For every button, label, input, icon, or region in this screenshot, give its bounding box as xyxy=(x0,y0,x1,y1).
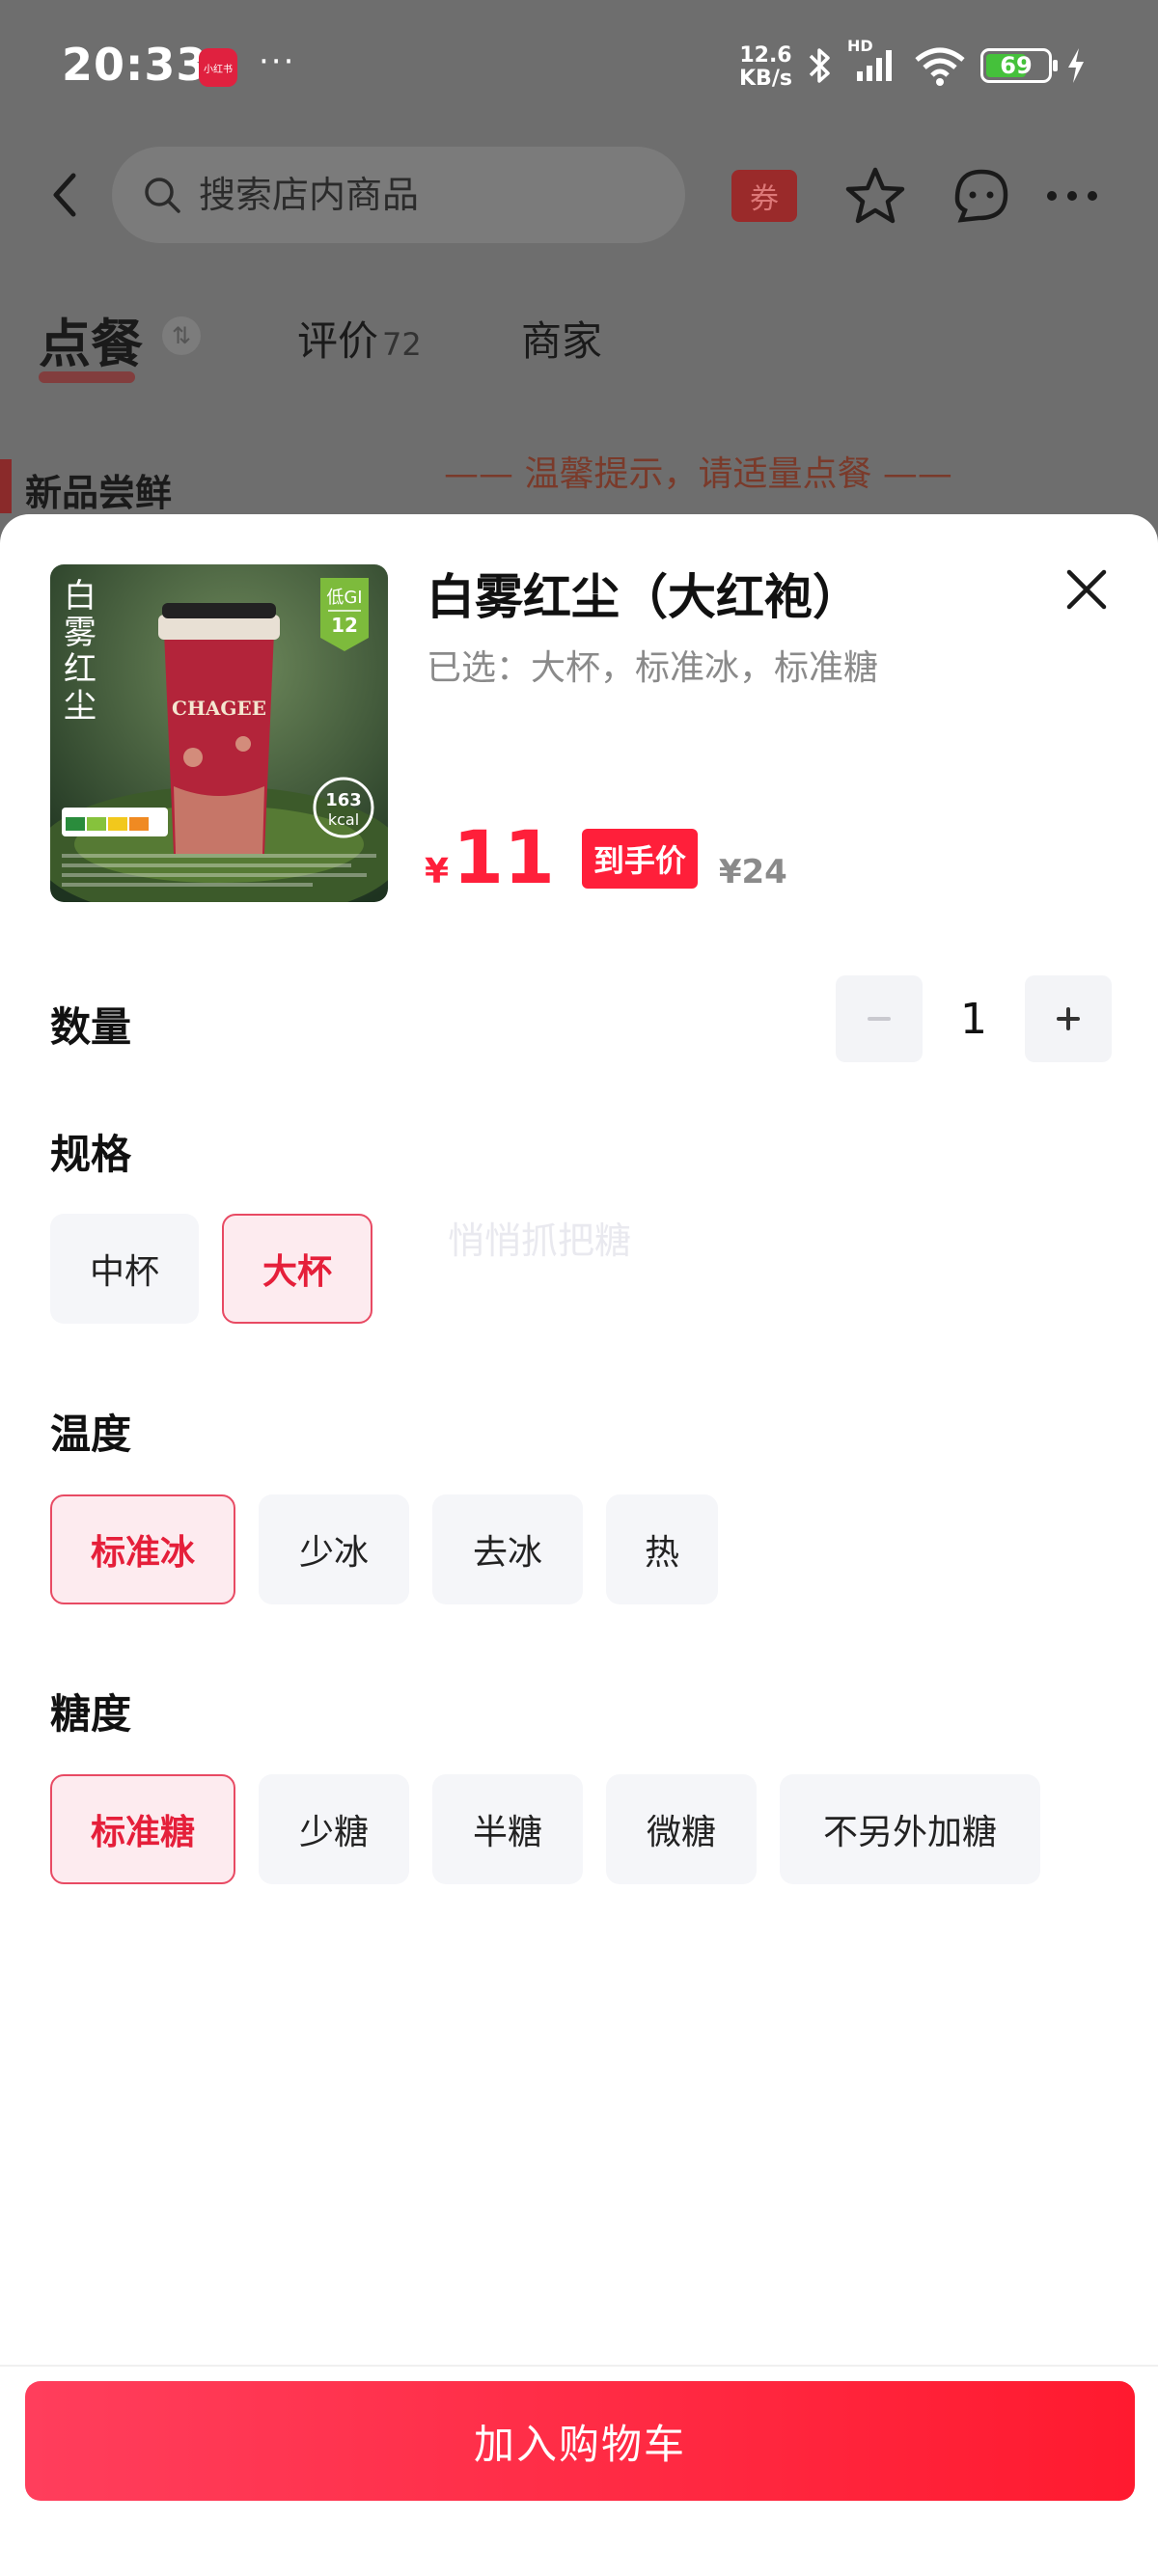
battery-level: 69 xyxy=(1000,52,1033,79)
currency-symbol: ¥ xyxy=(425,852,450,891)
temperature-label: 温度 xyxy=(50,1411,132,1458)
clock: 20:33 xyxy=(62,39,208,91)
tab-order-label: 点餐 xyxy=(39,314,143,374)
temperature-option-no-ice[interactable]: 去冰 xyxy=(432,1494,583,1604)
sugar-option-no-added[interactable]: 不另外加糖 xyxy=(780,1774,1040,1884)
review-count: 72 xyxy=(382,326,422,363)
star-favorite-icon[interactable] xyxy=(841,162,909,230)
store-tabs: 点餐 ⇅ 评价 72 商家 xyxy=(0,309,1158,386)
charging-icon xyxy=(1068,48,1084,83)
original-price: ¥24 xyxy=(718,853,787,891)
coupon-icon[interactable]: 券 xyxy=(731,170,797,222)
signal-icon: HD xyxy=(847,37,899,89)
quantity-plus-button[interactable] xyxy=(1025,975,1112,1062)
sort-toggle-icon[interactable]: ⇅ xyxy=(162,316,201,355)
spec-option-medium[interactable]: 中杯 xyxy=(50,1214,199,1324)
back-arrow-icon[interactable] xyxy=(39,166,96,224)
category-title: 新品尝鲜 xyxy=(25,472,173,514)
close-icon[interactable] xyxy=(1058,561,1116,618)
store-search-bar[interactable] xyxy=(112,147,685,243)
status-bar: 20:33 小红书 ··· 12.6 KB/s HD 69 xyxy=(0,0,1158,135)
store-top-nav: 券 xyxy=(0,143,1158,249)
temperature-option-less-ice[interactable]: 少冰 xyxy=(259,1494,409,1604)
spec-option-large[interactable]: 大杯 xyxy=(222,1214,372,1324)
product-image: CHAGEE 白雾红尘 低GI 12 163 kcal xyxy=(50,564,388,902)
plus-icon xyxy=(1057,1007,1080,1030)
tab-reviews[interactable]: 评价 72 xyxy=(297,309,422,368)
search-input[interactable] xyxy=(197,173,645,217)
final-price: 11 xyxy=(453,814,555,900)
price-row: ¥ 11 到手价 ¥24 xyxy=(425,821,787,900)
selected-options-summary: 已选：大杯，标准冰，标准糖 xyxy=(427,648,879,688)
gi-value: 12 xyxy=(331,614,358,637)
app-badge-icon: 小红书 xyxy=(199,48,237,87)
net-speed: 12.6 KB/s xyxy=(739,44,792,91)
sugar-option-half[interactable]: 半糖 xyxy=(432,1774,583,1884)
temperature-option-hot[interactable]: 热 xyxy=(606,1494,718,1604)
kcal-unit: kcal xyxy=(328,810,359,829)
more-notifications: ··· xyxy=(259,42,296,81)
add-to-cart-button[interactable]: 加入购物车 xyxy=(25,2381,1135,2501)
search-icon xyxy=(145,178,180,213)
wifi-icon xyxy=(915,47,965,86)
quantity-label: 数量 xyxy=(50,1003,132,1051)
spec-label: 规格 xyxy=(50,1131,132,1178)
hd-label: HD xyxy=(847,37,873,55)
sugar-option-standard[interactable]: 标准糖 xyxy=(50,1774,235,1884)
footer-divider xyxy=(0,2365,1158,2367)
order-tip: —— 温馨提示，请适量点餐 —— xyxy=(444,454,952,494)
minus-icon xyxy=(868,1017,891,1021)
quantity-minus-button[interactable] xyxy=(836,975,923,1062)
product-brand-text: CHAGEE xyxy=(172,697,266,720)
quantity-value: 1 xyxy=(960,995,987,1044)
tab-reviews-label: 评价 xyxy=(297,317,379,365)
status-icons: HD 69 xyxy=(807,37,1087,89)
sugar-option-less[interactable]: 少糖 xyxy=(259,1774,409,1884)
deal-price-badge: 到手价 xyxy=(581,829,698,889)
sugar-label: 糖度 xyxy=(50,1690,132,1738)
gi-label: 低GI xyxy=(326,588,362,608)
net-speed-unit: KB/s xyxy=(739,67,792,91)
tab-merchant[interactable]: 商家 xyxy=(521,309,602,368)
net-speed-value: 12.6 xyxy=(739,43,792,68)
product-photo: CHAGEE 白雾红尘 低GI 12 163 kcal xyxy=(50,564,388,902)
battery-icon: 69 xyxy=(980,48,1058,83)
kcal-value: 163 xyxy=(325,790,362,810)
more-options-icon[interactable] xyxy=(1038,162,1106,230)
temperature-option-standard-ice[interactable]: 标准冰 xyxy=(50,1494,235,1604)
watermark-text: 悄悄抓把糖 xyxy=(448,1219,632,1262)
tab-order[interactable]: 点餐 xyxy=(39,301,143,383)
product-name: 白雾红尘（大红袍） xyxy=(427,569,861,625)
customer-service-icon[interactable] xyxy=(948,162,1015,230)
product-options-sheet: CHAGEE 白雾红尘 低GI 12 163 kcal 白雾红尘（大红袍） 已选… xyxy=(0,514,1158,2576)
category-indicator xyxy=(0,459,12,513)
bluetooth-icon xyxy=(809,48,830,83)
product-image-title: 白雾红尘 xyxy=(64,577,96,726)
sugar-option-slight[interactable]: 微糖 xyxy=(606,1774,757,1884)
tab-merchant-label: 商家 xyxy=(521,317,603,365)
